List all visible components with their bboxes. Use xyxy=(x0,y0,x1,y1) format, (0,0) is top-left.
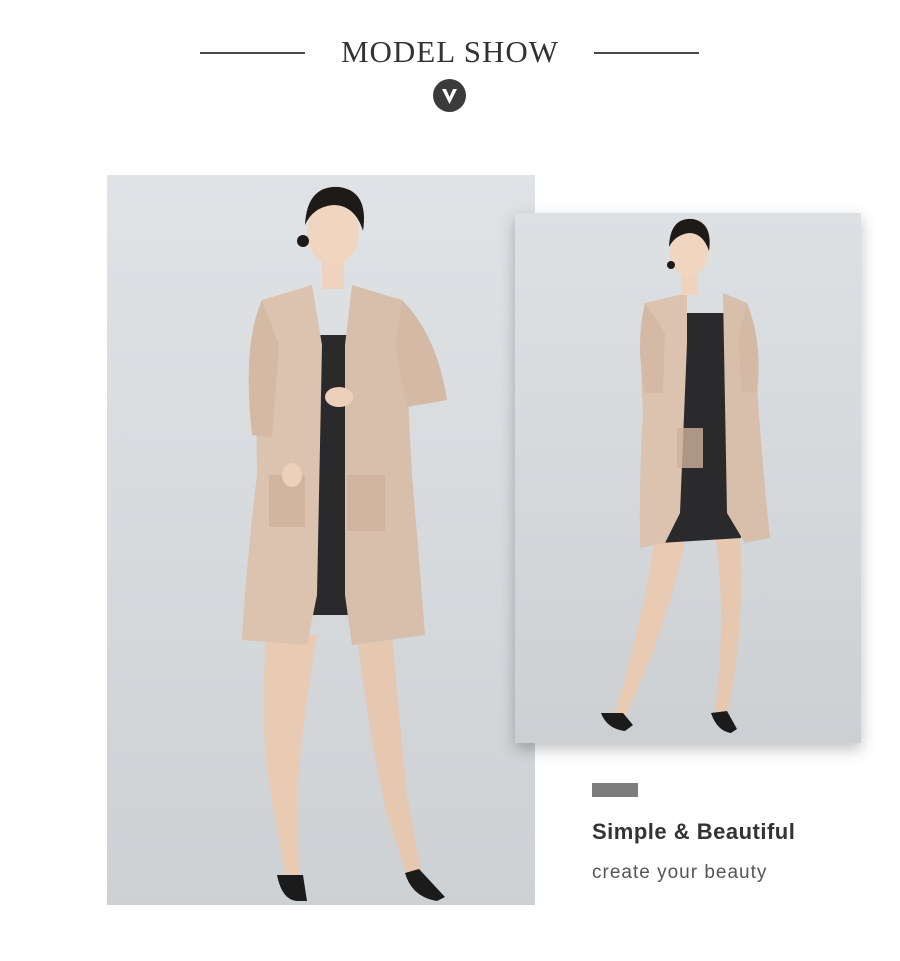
page-title: MODEL SHOW xyxy=(340,34,560,69)
caption-subtitle: create your beauty xyxy=(592,862,768,883)
header-line-right xyxy=(594,52,699,54)
accent-bar xyxy=(592,783,638,797)
header-line-left xyxy=(200,52,305,54)
header-badge xyxy=(433,79,466,112)
chevron-v-icon xyxy=(442,89,457,104)
caption-title: Simple & Beautiful xyxy=(592,819,796,844)
model-photo-secondary xyxy=(515,213,861,743)
model-photo-main xyxy=(107,175,535,905)
